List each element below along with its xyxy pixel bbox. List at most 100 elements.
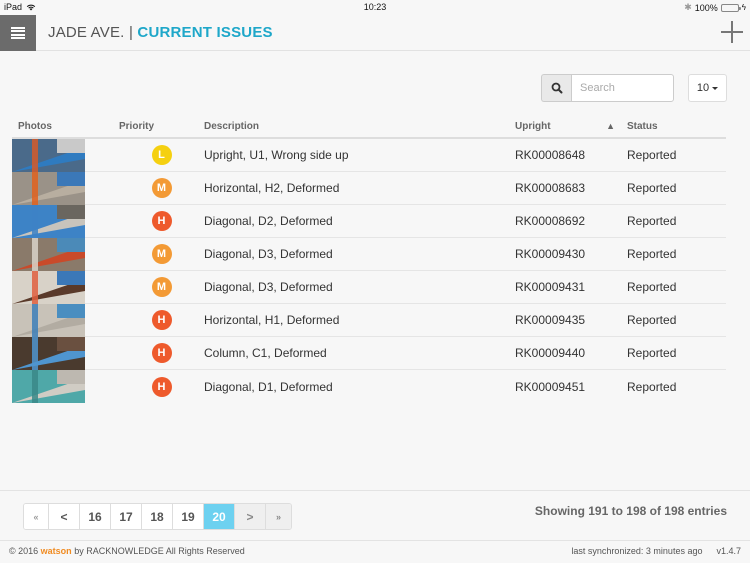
page-button-active[interactable]: 20 xyxy=(204,504,235,529)
sort-ascending-icon: ▲ xyxy=(606,121,615,131)
table-header: Photos Priority Description Upright ▲ St… xyxy=(12,115,726,139)
description-cell: Column, C1, Deformed xyxy=(204,346,327,360)
priority-cell: H xyxy=(125,376,198,397)
charging-icon: ϟ xyxy=(741,3,746,12)
status-cell: Reported xyxy=(627,181,677,195)
issue-photo[interactable] xyxy=(12,303,85,337)
priority-badge: M xyxy=(151,277,172,297)
priority-cell: H xyxy=(125,310,198,330)
photo-cell[interactable] xyxy=(12,204,105,238)
issue-photo[interactable] xyxy=(12,270,85,304)
description-cell: Horizontal, H2, Deformed xyxy=(204,181,340,195)
page-title: JADE AVE. | CURRENT ISSUES xyxy=(48,24,273,41)
column-description[interactable]: Description xyxy=(198,121,509,132)
status-cell: Reported xyxy=(627,379,677,394)
priority-cell: M xyxy=(125,244,198,264)
brand-name: watson xyxy=(40,546,72,556)
table-row[interactable]: H Diagonal, D2, Deformed RK00008692 Reporte… xyxy=(12,204,726,238)
status-cell: Reported xyxy=(627,214,677,228)
priority-badge: L xyxy=(151,145,172,165)
upright-cell: RK00008683 xyxy=(515,181,586,195)
page-button[interactable]: 17 xyxy=(111,504,142,529)
status-bar: iPad 10:23 ✱ 100% ϟ xyxy=(0,0,750,14)
status-cell: Reported xyxy=(627,247,677,261)
table-row[interactable]: M Horizontal, H2, Deformed RK00008683 Repor… xyxy=(12,171,726,205)
status-cell: Reported xyxy=(627,346,677,360)
priority-badge: H xyxy=(151,211,172,231)
pagination: « < 16 17 18 19 20 > » xyxy=(23,503,292,530)
next-page-button[interactable]: > xyxy=(235,504,266,529)
priority-badge: M xyxy=(151,178,172,198)
copyright: © 2016 xyxy=(9,546,39,556)
app-header: JADE AVE. | CURRENT ISSUES xyxy=(0,14,750,51)
issue-photo[interactable] xyxy=(12,336,85,370)
issue-photo[interactable] xyxy=(12,171,85,205)
entries-summary: Showing 191 to 198 of 198 entries xyxy=(534,504,727,518)
photo-cell[interactable] xyxy=(12,370,105,403)
priority-badge: H xyxy=(151,376,172,397)
photo-cell[interactable] xyxy=(12,171,105,205)
search-input[interactable] xyxy=(571,74,674,102)
copyright-owner: by RACKNOWLEDGE All Rights Reserved xyxy=(74,546,245,556)
description-cell: Diagonal, D3, Deformed xyxy=(204,280,333,294)
table-row[interactable]: H Horizontal, H1, Deformed RK00009435 Repor… xyxy=(12,303,726,337)
photo-cell[interactable] xyxy=(12,336,105,370)
description-cell: Diagonal, D2, Deformed xyxy=(204,214,333,228)
photo-cell[interactable] xyxy=(12,138,105,172)
table-row[interactable]: H Diagonal, D1, Deformed RK00009451 Reporte… xyxy=(12,370,726,403)
issue-photo[interactable] xyxy=(12,237,85,271)
upright-cell: RK00008692 xyxy=(515,214,586,228)
upright-cell: RK00009451 xyxy=(515,379,586,394)
battery-icon xyxy=(720,3,741,12)
add-issue-button[interactable] xyxy=(720,20,744,44)
upright-cell: RK00008648 xyxy=(515,148,586,162)
table-row[interactable]: H Column, C1, Deformed RK00009440 Reported xyxy=(12,336,726,370)
status-cell: Reported xyxy=(627,148,677,162)
footer: © 2016 watson by RACKNOWLEDGE All Rights… xyxy=(0,540,750,563)
priority-cell: M xyxy=(125,277,198,297)
status-cell: Reported xyxy=(627,280,677,294)
search-button[interactable] xyxy=(541,74,571,102)
column-upright[interactable]: Upright ▲ xyxy=(509,121,623,132)
column-photos[interactable]: Photos xyxy=(12,121,105,132)
column-priority[interactable]: Priority xyxy=(105,121,198,132)
column-status[interactable]: Status xyxy=(623,121,723,132)
menu-button[interactable] xyxy=(0,15,36,51)
app-version: v1.4.7 xyxy=(716,546,741,556)
photo-cell[interactable] xyxy=(12,303,105,337)
status-cell: Reported xyxy=(627,313,677,327)
battery-percent: 100% xyxy=(694,2,718,13)
photo-cell[interactable] xyxy=(12,270,105,304)
column-upright-label: Upright xyxy=(515,120,551,132)
priority-cell: L xyxy=(125,145,198,165)
table-row[interactable]: L Upright, U1, Wrong side up RK00008648 Rep… xyxy=(12,138,726,172)
priority-cell: M xyxy=(125,178,198,198)
prev-page-button[interactable]: < xyxy=(49,504,80,529)
issue-photo[interactable] xyxy=(12,138,85,172)
priority-cell: H xyxy=(125,343,198,363)
issues-table: Photos Priority Description Upright ▲ St… xyxy=(12,115,726,403)
priority-cell: H xyxy=(125,211,198,231)
section-name: CURRENT ISSUES xyxy=(137,24,273,41)
page-size-select[interactable]: 10 xyxy=(688,74,727,102)
first-page-button[interactable]: « xyxy=(24,504,49,529)
issue-photo[interactable] xyxy=(12,204,85,238)
site-name: JADE AVE. xyxy=(48,24,125,41)
page-button[interactable]: 18 xyxy=(142,504,173,529)
clock: 10:23 xyxy=(363,2,387,12)
bluetooth-icon: ✱ xyxy=(684,2,692,12)
issue-photo[interactable] xyxy=(12,370,85,403)
description-cell: Upright, U1, Wrong side up xyxy=(204,148,349,162)
priority-badge: H xyxy=(151,343,172,363)
table-row[interactable]: M Diagonal, D3, Deformed RK00009430 Reporte… xyxy=(12,237,726,271)
description-cell: Diagonal, D1, Deformed xyxy=(204,379,333,394)
description-cell: Horizontal, H1, Deformed xyxy=(204,313,340,327)
priority-badge: H xyxy=(151,310,172,330)
last-page-button[interactable]: » xyxy=(266,504,291,529)
search-group xyxy=(541,74,674,102)
table-row[interactable]: M Diagonal, D3, Deformed RK00009431 Reporte… xyxy=(12,270,726,304)
page-button[interactable]: 19 xyxy=(173,504,204,529)
page-button[interactable]: 16 xyxy=(80,504,111,529)
photo-cell[interactable] xyxy=(12,237,105,271)
upright-cell: RK00009435 xyxy=(515,313,586,327)
